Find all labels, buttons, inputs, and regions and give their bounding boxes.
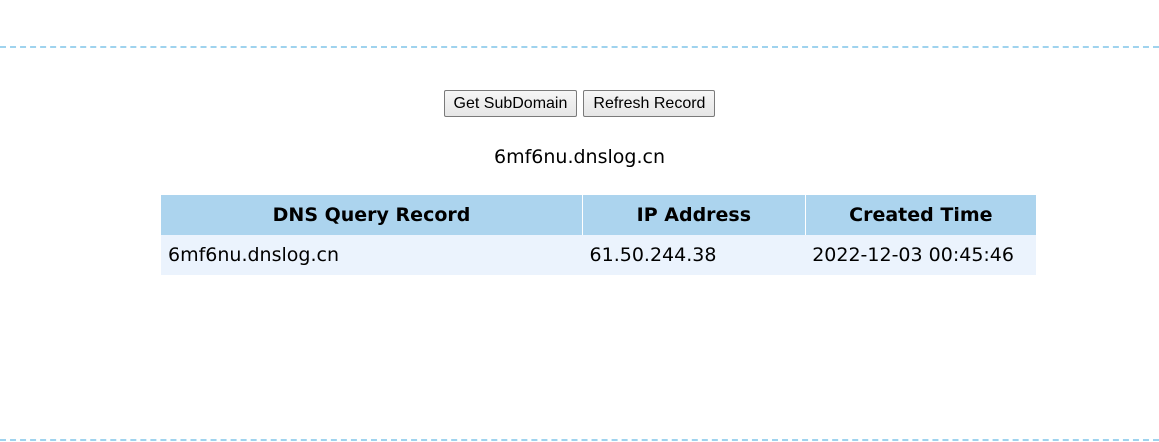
cell-created-time: 2022-12-03 00:45:46 (805, 235, 1036, 275)
bottom-dashed-divider (0, 439, 1159, 441)
current-subdomain: 6mf6nu.dnslog.cn (494, 146, 665, 168)
header-created-time: Created Time (805, 195, 1036, 235)
header-dns-query-record: DNS Query Record (161, 195, 584, 235)
action-buttons: Get SubDomain Refresh Record (0, 90, 1159, 117)
table-row: 6mf6nu.dnslog.cn 61.50.244.38 2022-12-03… (161, 235, 1036, 275)
get-subdomain-button[interactable]: Get SubDomain (443, 90, 578, 117)
table-header-row: DNS Query Record IP Address Created Time (161, 195, 1036, 235)
cell-ip-address: 61.50.244.38 (582, 235, 806, 275)
cell-dns-query-record: 6mf6nu.dnslog.cn (161, 235, 583, 275)
header-ip-address: IP Address (582, 195, 806, 235)
dnslog-page: Get SubDomain Refresh Record 6mf6nu.dnsl… (0, 0, 1159, 442)
refresh-record-button[interactable]: Refresh Record (583, 90, 716, 117)
top-dashed-divider (0, 46, 1159, 48)
dns-record-table: DNS Query Record IP Address Created Time… (161, 195, 1036, 275)
